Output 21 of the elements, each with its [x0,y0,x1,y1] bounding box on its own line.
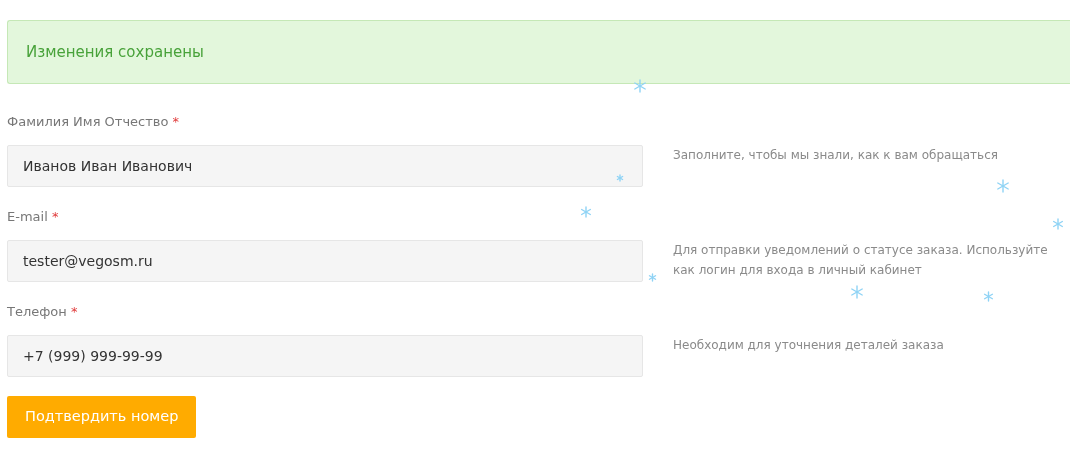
snowflake-icon [580,206,592,218]
snowflake-icon [1052,218,1064,230]
snowflake-icon [982,290,994,302]
field-label: Фамилия Имя Отчество [7,114,169,129]
input-field[interactable]: +7 (999) 999-99-99 [7,335,643,377]
field-label: E-mail [7,209,48,224]
required-mark: * [70,304,78,319]
input-field[interactable]: tester@vegosm.ru [7,240,643,282]
required-mark: * [51,209,59,224]
snowflake-icon [616,174,624,182]
snowflake-icon [850,285,864,299]
snowflake-icon [647,272,657,282]
field-label: Телефон [7,304,67,319]
required-mark: * [172,114,180,129]
snowflake-icon [633,79,647,93]
snowflake-icon [996,179,1010,193]
field-hint: Необходим для уточнения деталей заказа [673,337,945,354]
alert-text: Изменения сохранены [26,41,204,63]
input-field[interactable]: Иванов Иван Иванович [7,145,643,187]
field-hint: Заполните, чтобы мы знали, как к вам обращаться [673,147,999,164]
field-hint: Для отправки уведомлений о статусе заказа. Используйте как логин для входа в личный кабинет [673,242,1049,279]
